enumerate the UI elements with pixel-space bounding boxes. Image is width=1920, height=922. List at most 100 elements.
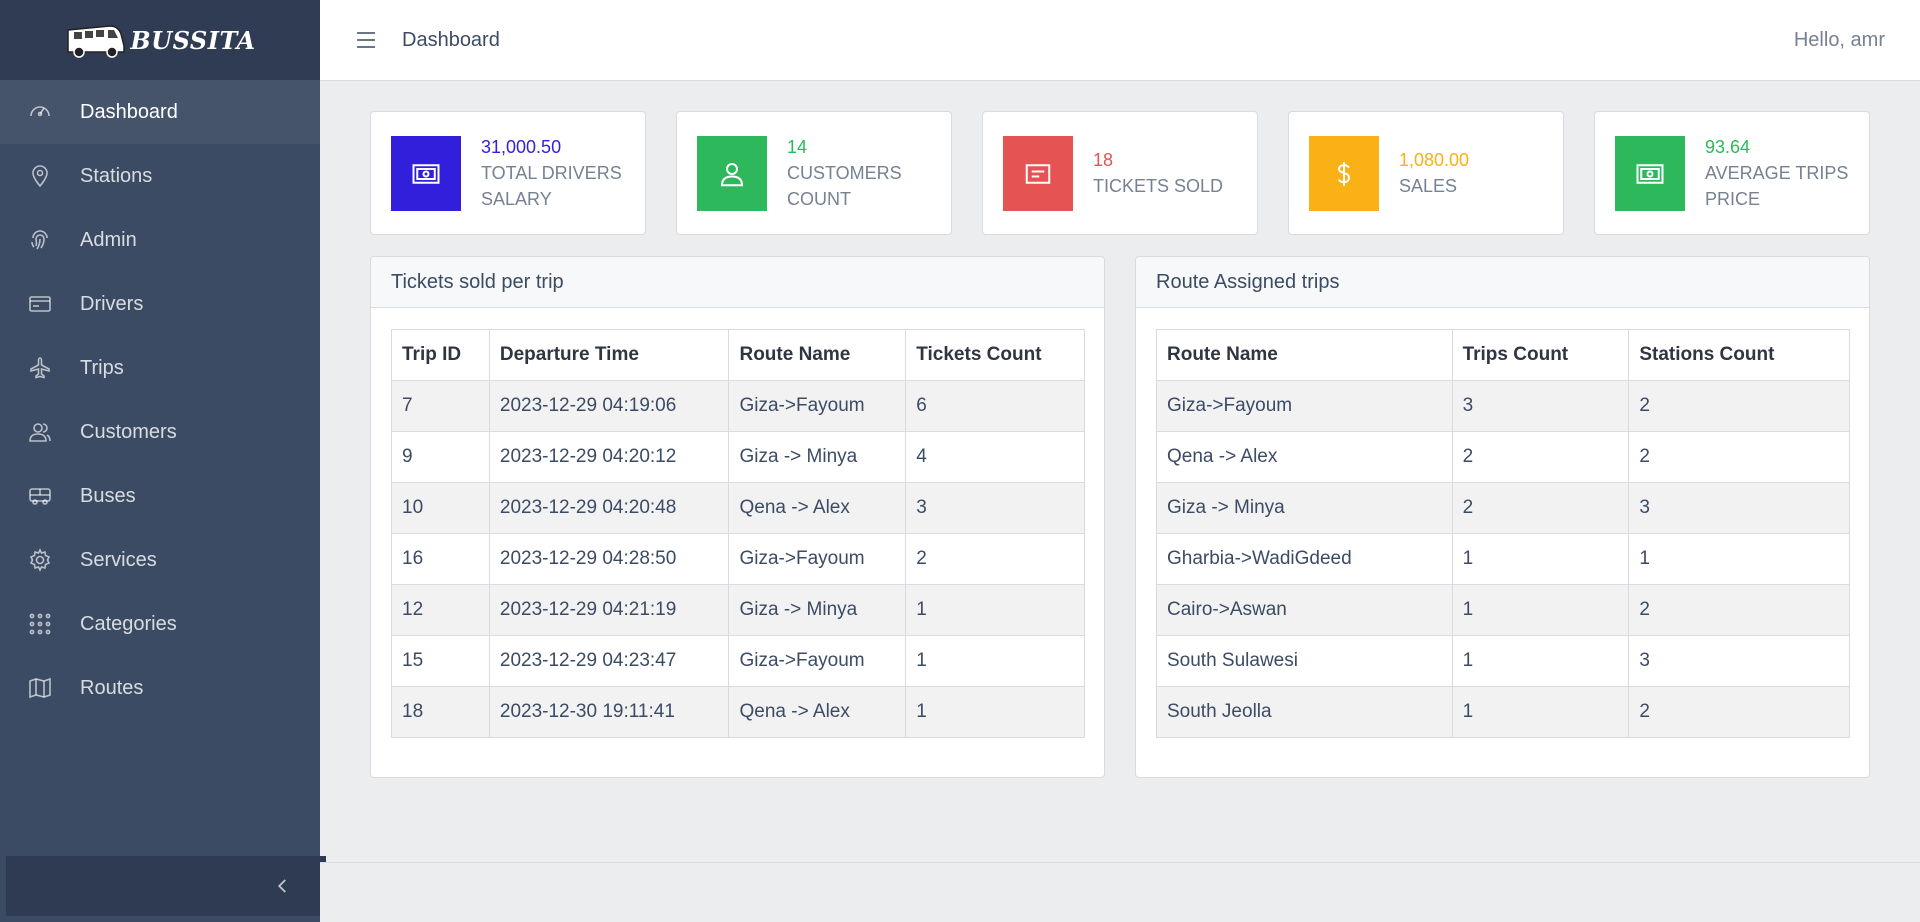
people-icon: [28, 420, 52, 444]
airplane-icon: [28, 356, 52, 380]
table-row: 7 2023-12-29 04:19:06 Giza->Fayoum 6: [391, 380, 1085, 432]
table-row: 12 2023-12-29 04:21:19 Giza -> Minya 1: [391, 584, 1085, 636]
table-cell: 2023-12-29 04:28:50: [488, 533, 730, 585]
sidebar-item-dashboard[interactable]: Dashboard: [0, 80, 320, 144]
stat-card-sales: 1,080.00 SALES: [1288, 111, 1564, 235]
chevron-left-icon: [277, 879, 286, 893]
sidebar-item-admin[interactable]: Admin: [0, 208, 320, 272]
table-row: Giza->Fayoum 3 2: [1156, 380, 1850, 432]
table-cell: South Sulawesi: [1156, 635, 1453, 687]
table-cell: Qena -> Alex: [1156, 431, 1453, 483]
page-title[interactable]: Dashboard: [402, 29, 500, 52]
stat-card-customers-count: 14 CUSTOMERS COUNT: [676, 111, 952, 235]
sidebar-item-trips[interactable]: Trips: [0, 336, 320, 400]
column-header[interactable]: Stations Count: [1628, 329, 1850, 381]
sidebar-item-stations[interactable]: Stations: [0, 144, 320, 208]
table-cell: 2: [1628, 686, 1850, 738]
table-row: Qena -> Alex 2 2: [1156, 431, 1850, 483]
sidebar-item-categories[interactable]: Categories: [0, 592, 320, 656]
stat-value: 1,080.00: [1399, 150, 1470, 170]
table-row: 9 2023-12-29 04:20:12 Giza -> Minya 4: [391, 431, 1085, 483]
table-cell: 12: [391, 584, 490, 636]
grid-dots-icon: [28, 612, 52, 636]
column-header[interactable]: Route Name: [728, 329, 907, 381]
header: Dashboard Hello, amr: [320, 0, 1920, 81]
sidebar: BUSSITA Dashboard Stations Admin Drivers…: [0, 0, 326, 922]
card-title: Route Assigned trips: [1136, 257, 1869, 308]
table-row: 10 2023-12-29 04:20:48 Qena -> Alex 3: [391, 482, 1085, 534]
ticket-icon: [1003, 136, 1073, 211]
table-cell: 1: [905, 584, 1085, 636]
table-cell: 2: [1451, 431, 1630, 483]
table-cell: 2023-12-29 04:21:19: [488, 584, 730, 636]
table-cell: Gharbia->WadiGdeed: [1156, 533, 1453, 585]
column-header[interactable]: Tickets Count: [905, 329, 1085, 381]
sidebar-item-buses[interactable]: Buses: [0, 464, 320, 528]
sidebar-item-label: Buses: [80, 484, 136, 507]
stat-card-drivers-salary: 31,000.50 TOTAL DRIVERS SALARY: [370, 111, 646, 235]
column-header[interactable]: Route Name: [1156, 329, 1453, 381]
table-cell: 2023-12-29 04:20:12: [488, 431, 730, 483]
table-cell: 4: [905, 431, 1085, 483]
table-cell: 3: [1628, 482, 1850, 534]
tickets-per-trip-table: Trip ID Departure Time Route Name Ticket…: [391, 329, 1085, 738]
column-header[interactable]: Trips Count: [1451, 329, 1630, 381]
sidebar-item-services[interactable]: Services: [0, 528, 320, 592]
sidebar-item-routes[interactable]: Routes: [0, 656, 320, 720]
route-assigned-trips-table: Route Name Trips Count Stations Count Gi…: [1156, 329, 1850, 738]
map-book-icon: [28, 676, 52, 700]
table-cell: 1: [1451, 686, 1630, 738]
stat-label: SALES: [1399, 176, 1458, 196]
van-icon: [67, 25, 126, 58]
table-cell: 7: [391, 380, 490, 432]
sidebar-item-label: Admin: [80, 228, 137, 251]
table-cell: 1: [1628, 533, 1850, 585]
column-header[interactable]: Trip ID: [391, 329, 490, 381]
table-row: 18 2023-12-30 19:11:41 Qena -> Alex 1: [391, 686, 1085, 738]
user-greeting[interactable]: Hello, amr: [1794, 29, 1885, 52]
table-row: Gharbia->WadiGdeed 1 1: [1156, 533, 1850, 585]
table-header-row: Trip ID Departure Time Route Name Ticket…: [391, 329, 1085, 381]
sidebar-item-label: Stations: [80, 164, 153, 187]
table-cell: 3: [905, 482, 1085, 534]
money-icon: [391, 136, 461, 211]
table-cell: 15: [391, 635, 490, 687]
card-title: Tickets sold per trip: [371, 257, 1104, 308]
table-cell: Giza -> Minya: [728, 584, 907, 636]
table-cell: 2: [1451, 482, 1630, 534]
column-header[interactable]: Departure Time: [488, 329, 730, 381]
user-icon: [697, 136, 767, 211]
table-cell: Giza -> Minya: [1156, 482, 1453, 534]
sidebar-item-drivers[interactable]: Drivers: [0, 272, 320, 336]
sidebar-item-label: Services: [80, 548, 157, 571]
menu-toggle-icon[interactable]: [357, 32, 375, 48]
table-cell: Giza->Fayoum: [1156, 380, 1453, 432]
stat-value: 14: [787, 137, 808, 157]
table-cell: 10: [391, 482, 490, 534]
table-cell: 2: [1628, 380, 1850, 432]
table-cell: 2: [1628, 431, 1850, 483]
stat-label: TOTAL DRIVERS SALARY: [481, 163, 622, 209]
table-cell: South Jeolla: [1156, 686, 1453, 738]
table-cell: 3: [1628, 635, 1850, 687]
sidebar-item-label: Drivers: [80, 292, 144, 315]
sidebar-minimizer[interactable]: [6, 856, 326, 916]
fingerprint-icon: [28, 228, 52, 252]
table-cell: 18: [391, 686, 490, 738]
credit-card-icon: [28, 292, 52, 316]
table-cell: 2023-12-29 04:20:48: [488, 482, 730, 534]
table-cell: Qena -> Alex: [728, 686, 907, 738]
table-row: 16 2023-12-29 04:28:50 Giza->Fayoum 2: [391, 533, 1085, 585]
brand[interactable]: BUSSITA: [0, 0, 320, 80]
table-cell: 2023-12-30 19:11:41: [488, 686, 730, 738]
stat-label: AVERAGE TRIPS PRICE: [1705, 163, 1849, 209]
table-cell: 6: [905, 380, 1085, 432]
table-cell: 16: [391, 533, 490, 585]
sidebar-item-label: Trips: [80, 356, 124, 379]
speedometer-icon: [28, 100, 52, 124]
table-cell: Giza->Fayoum: [728, 635, 907, 687]
table-row: Cairo->Aswan 1 2: [1156, 584, 1850, 636]
table-row: South Sulawesi 1 3: [1156, 635, 1850, 687]
table-cell: 1: [1451, 584, 1630, 636]
sidebar-item-customers[interactable]: Customers: [0, 400, 320, 464]
